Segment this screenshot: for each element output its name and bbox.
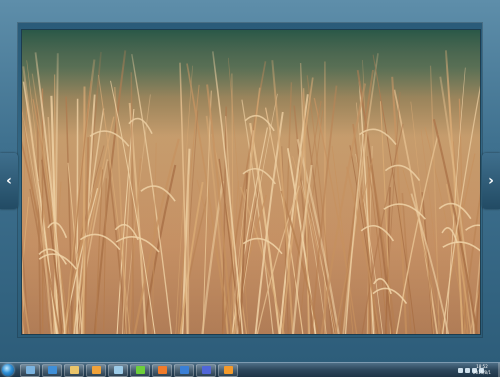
green-app-icon bbox=[136, 366, 145, 374]
office-app-taskbar-button[interactable] bbox=[152, 364, 172, 377]
photo-viewer-icon bbox=[114, 366, 123, 374]
chevron-left-icon: ‹ bbox=[6, 173, 12, 189]
file-manager-taskbar-button[interactable] bbox=[64, 364, 84, 377]
internet-explorer-icon bbox=[48, 366, 57, 374]
green-app-taskbar-button[interactable] bbox=[130, 364, 150, 377]
word-app-taskbar-button[interactable] bbox=[174, 364, 194, 377]
media-folder-taskbar-button[interactable] bbox=[86, 364, 106, 377]
windows-explorer-taskbar-button[interactable] bbox=[20, 364, 40, 377]
previous-photo-button[interactable]: ‹ bbox=[0, 153, 18, 209]
photo-display bbox=[21, 29, 481, 335]
word-app-icon bbox=[180, 366, 189, 374]
photo-viewer-taskbar-button[interactable] bbox=[108, 364, 128, 377]
orange-app-taskbar-button[interactable] bbox=[218, 364, 238, 377]
chevron-right-icon: › bbox=[488, 173, 494, 189]
windows-explorer-icon bbox=[26, 366, 35, 374]
taskbar-clock[interactable]: 18:52 2015/8/1 bbox=[467, 363, 497, 377]
start-button[interactable] bbox=[2, 364, 14, 376]
internet-explorer-taskbar-button[interactable] bbox=[42, 364, 62, 377]
keyboard-icon[interactable] bbox=[458, 368, 463, 373]
media-folder-icon bbox=[92, 366, 101, 374]
taskbar: 18:52 2015/8/1 bbox=[0, 362, 500, 377]
clock-date: 2015/8/1 bbox=[467, 370, 497, 376]
next-photo-button[interactable]: › bbox=[482, 153, 500, 209]
taskbar-pinned-apps bbox=[18, 364, 238, 377]
grass-photo bbox=[22, 30, 480, 334]
media-player-icon bbox=[202, 366, 211, 374]
orange-app-icon bbox=[224, 366, 233, 374]
office-app-icon bbox=[158, 366, 167, 374]
media-player-taskbar-button[interactable] bbox=[196, 364, 216, 377]
file-manager-icon bbox=[70, 366, 79, 374]
